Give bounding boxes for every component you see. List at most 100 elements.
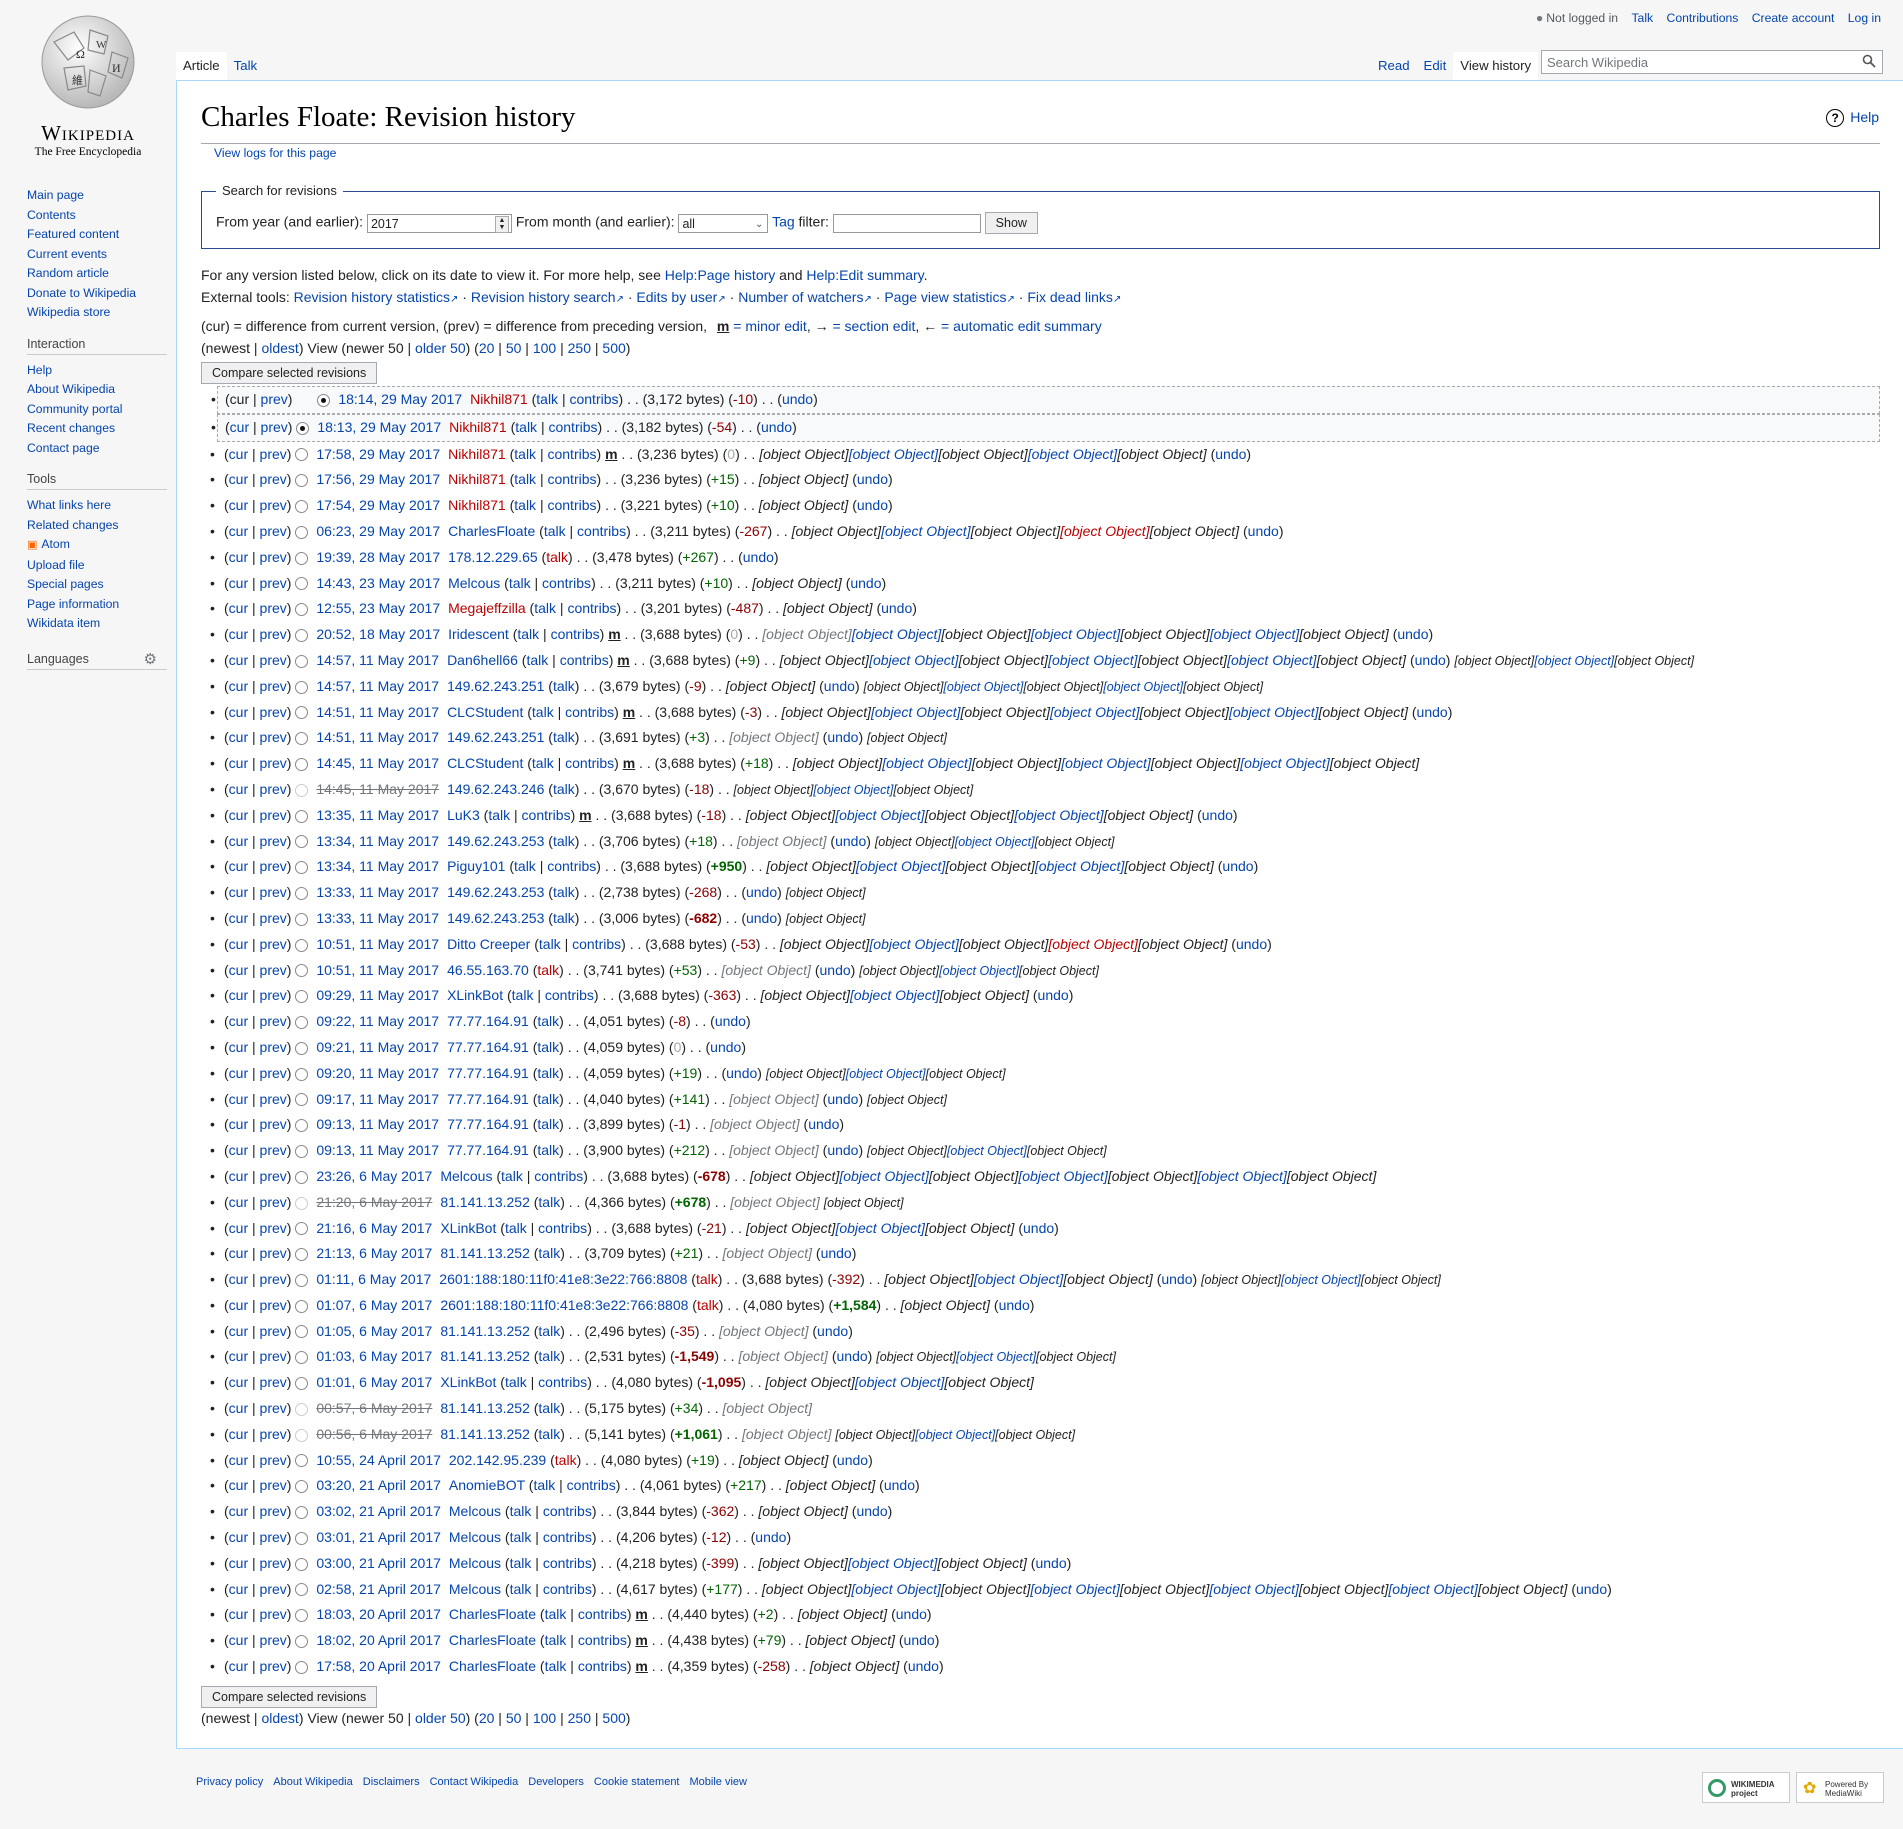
user-talk-link[interactable]: talk bbox=[538, 1245, 560, 1261]
log-in-link[interactable]: Log in bbox=[1848, 11, 1881, 25]
diff-old-radio[interactable] bbox=[295, 1480, 309, 1494]
summary-link[interactable]: [object Object] bbox=[1534, 654, 1614, 668]
compare-revisions-button-bottom[interactable]: Compare selected revisions bbox=[201, 1686, 378, 1708]
cur-link[interactable]: cur bbox=[229, 1606, 248, 1622]
sidebar-item-tools[interactable]: Page information bbox=[27, 595, 167, 615]
prev-link[interactable]: prev bbox=[260, 1426, 287, 1442]
undo-link[interactable]: undo bbox=[746, 910, 777, 926]
revision-date-link[interactable]: 09:29, 11 May 2017 bbox=[316, 987, 439, 1003]
prev-link[interactable]: prev bbox=[260, 1374, 287, 1390]
diff-old-radio[interactable] bbox=[295, 525, 309, 539]
summary-link[interactable]: [object Object] bbox=[848, 1555, 938, 1571]
cur-link[interactable]: cur bbox=[230, 419, 249, 435]
older-50-link[interactable]: older 50 bbox=[415, 1710, 466, 1726]
summary-link[interactable]: [object Object] bbox=[1209, 1581, 1299, 1597]
undo-link[interactable]: undo bbox=[837, 1348, 868, 1364]
tab-article[interactable]: Article bbox=[176, 52, 227, 80]
user-link[interactable]: 81.141.13.252 bbox=[440, 1348, 530, 1364]
cur-link[interactable]: cur bbox=[229, 781, 248, 797]
revision-date-link[interactable]: 06:23, 29 May 2017 bbox=[316, 523, 440, 539]
cur-link[interactable]: cur bbox=[229, 1091, 248, 1107]
external-tool-link[interactable]: Edits by user bbox=[636, 289, 717, 305]
footer-link[interactable]: About Wikipedia bbox=[273, 1776, 353, 1788]
cur-link[interactable]: cur bbox=[229, 446, 248, 462]
diff-old-radio[interactable] bbox=[295, 990, 309, 1004]
user-talk-link[interactable]: talk bbox=[553, 833, 575, 849]
undo-link[interactable]: undo bbox=[755, 1529, 786, 1545]
diff-old-radio[interactable] bbox=[295, 499, 309, 513]
cur-link[interactable]: cur bbox=[229, 1194, 248, 1210]
tab-read[interactable]: Read bbox=[1371, 52, 1417, 80]
user-contribs-link[interactable]: contribs bbox=[543, 1503, 592, 1519]
diff-old-radio[interactable] bbox=[295, 964, 309, 978]
revision-date-link[interactable]: 13:33, 11 May 2017 bbox=[316, 884, 439, 900]
older-50-link[interactable]: older 50 bbox=[415, 340, 466, 356]
user-talk-link[interactable]: talk bbox=[501, 1168, 523, 1184]
undo-link[interactable]: undo bbox=[857, 497, 888, 513]
cur-link[interactable]: cur bbox=[229, 1297, 248, 1313]
revision-date-link[interactable]: 09:22, 11 May 2017 bbox=[316, 1013, 439, 1029]
user-talk-link[interactable]: talk bbox=[505, 1220, 527, 1236]
prev-link[interactable]: prev bbox=[260, 1065, 287, 1081]
prev-link[interactable]: prev bbox=[260, 1555, 287, 1571]
cur-link[interactable]: cur bbox=[229, 910, 248, 926]
help-page-history-link[interactable]: Help:Page history bbox=[665, 267, 776, 283]
user-link[interactable]: CLCStudent bbox=[447, 704, 523, 720]
limit-link[interactable]: 500 bbox=[602, 1710, 625, 1726]
diff-old-radio[interactable] bbox=[295, 1273, 309, 1287]
diff-old-radio[interactable] bbox=[295, 1660, 309, 1674]
user-link[interactable]: 149.62.243.253 bbox=[447, 910, 544, 926]
mediawiki-badge[interactable]: ✿ Powered By MediaWiki bbox=[1796, 1772, 1884, 1803]
diff-old-radio[interactable] bbox=[295, 1377, 309, 1391]
sidebar-heading-languages[interactable]: Languages ⚙ bbox=[27, 651, 167, 670]
summary-link[interactable]: [object Object] bbox=[1048, 652, 1138, 668]
user-talk-link[interactable]: talk bbox=[553, 910, 575, 926]
prev-link[interactable]: prev bbox=[260, 1245, 287, 1261]
user-link[interactable]: 77.77.164.91 bbox=[447, 1065, 529, 1081]
user-link[interactable]: 149.62.243.251 bbox=[447, 678, 544, 694]
help-edit-summary-link[interactable]: Help:Edit summary bbox=[806, 267, 923, 283]
summary-link[interactable]: [object Object] bbox=[850, 987, 940, 1003]
external-tool-link[interactable]: Fix dead links bbox=[1027, 289, 1113, 305]
view-logs-link[interactable]: View logs for this page bbox=[214, 146, 336, 160]
summary-link[interactable]: [object Object] bbox=[813, 783, 893, 797]
user-link[interactable]: Nikhil871 bbox=[448, 497, 506, 513]
sidebar-item-tools[interactable]: Special pages bbox=[27, 575, 167, 595]
user-link[interactable]: Piguy101 bbox=[447, 858, 505, 874]
cur-link[interactable]: cur bbox=[229, 858, 248, 874]
user-talk-link[interactable]: talk bbox=[553, 884, 575, 900]
diff-old-radio[interactable] bbox=[295, 628, 309, 642]
user-talk-link[interactable]: talk bbox=[514, 471, 536, 487]
user-contribs-link[interactable]: contribs bbox=[547, 497, 596, 513]
prev-link[interactable]: prev bbox=[260, 1400, 287, 1416]
diff-old-radio[interactable] bbox=[295, 1325, 309, 1339]
cur-link[interactable]: cur bbox=[229, 1065, 248, 1081]
user-link[interactable]: 149.62.243.253 bbox=[447, 833, 544, 849]
footer-link[interactable]: Cookie statement bbox=[594, 1776, 680, 1788]
user-link[interactable]: 77.77.164.91 bbox=[447, 1091, 529, 1107]
user-contribs-link[interactable]: contribs bbox=[538, 1220, 587, 1236]
user-contribs-link[interactable]: contribs bbox=[565, 755, 614, 771]
user-link[interactable]: 2601:188:180:11f0:41e8:3e22:766:8808 bbox=[439, 1271, 687, 1287]
prev-link[interactable]: prev bbox=[260, 1503, 287, 1519]
summary-link[interactable]: [object Object] bbox=[871, 704, 961, 720]
revision-date-link[interactable]: 13:34, 11 May 2017 bbox=[316, 858, 439, 874]
user-link[interactable]: 149.62.243.246 bbox=[447, 781, 544, 797]
diff-old-radio[interactable] bbox=[295, 680, 309, 694]
summary-link[interactable]: [object Object] bbox=[943, 680, 1023, 694]
summary-link[interactable]: [object Object] bbox=[839, 1168, 929, 1184]
user-link[interactable]: 81.141.13.252 bbox=[440, 1323, 530, 1339]
sidebar-item-tools[interactable]: Wikidata item bbox=[27, 614, 167, 634]
cur-link[interactable]: cur bbox=[229, 575, 248, 591]
user-talk-link[interactable]: talk bbox=[546, 549, 568, 565]
undo-link[interactable]: undo bbox=[1023, 1220, 1054, 1236]
summary-link[interactable]: [object Object] bbox=[1050, 704, 1140, 720]
user-talk-link[interactable]: talk bbox=[526, 652, 548, 668]
user-link[interactable]: AnomieBOT bbox=[449, 1477, 525, 1493]
user-talk-link[interactable]: talk bbox=[510, 1555, 532, 1571]
summary-link[interactable]: [object Object] bbox=[881, 523, 971, 539]
revision-date-link[interactable]: 01:03, 6 May 2017 bbox=[316, 1348, 432, 1364]
undo-link[interactable]: undo bbox=[1576, 1581, 1607, 1597]
summary-link[interactable]: [object Object] bbox=[856, 858, 946, 874]
sidebar-item-nav[interactable]: Current events bbox=[27, 245, 167, 265]
